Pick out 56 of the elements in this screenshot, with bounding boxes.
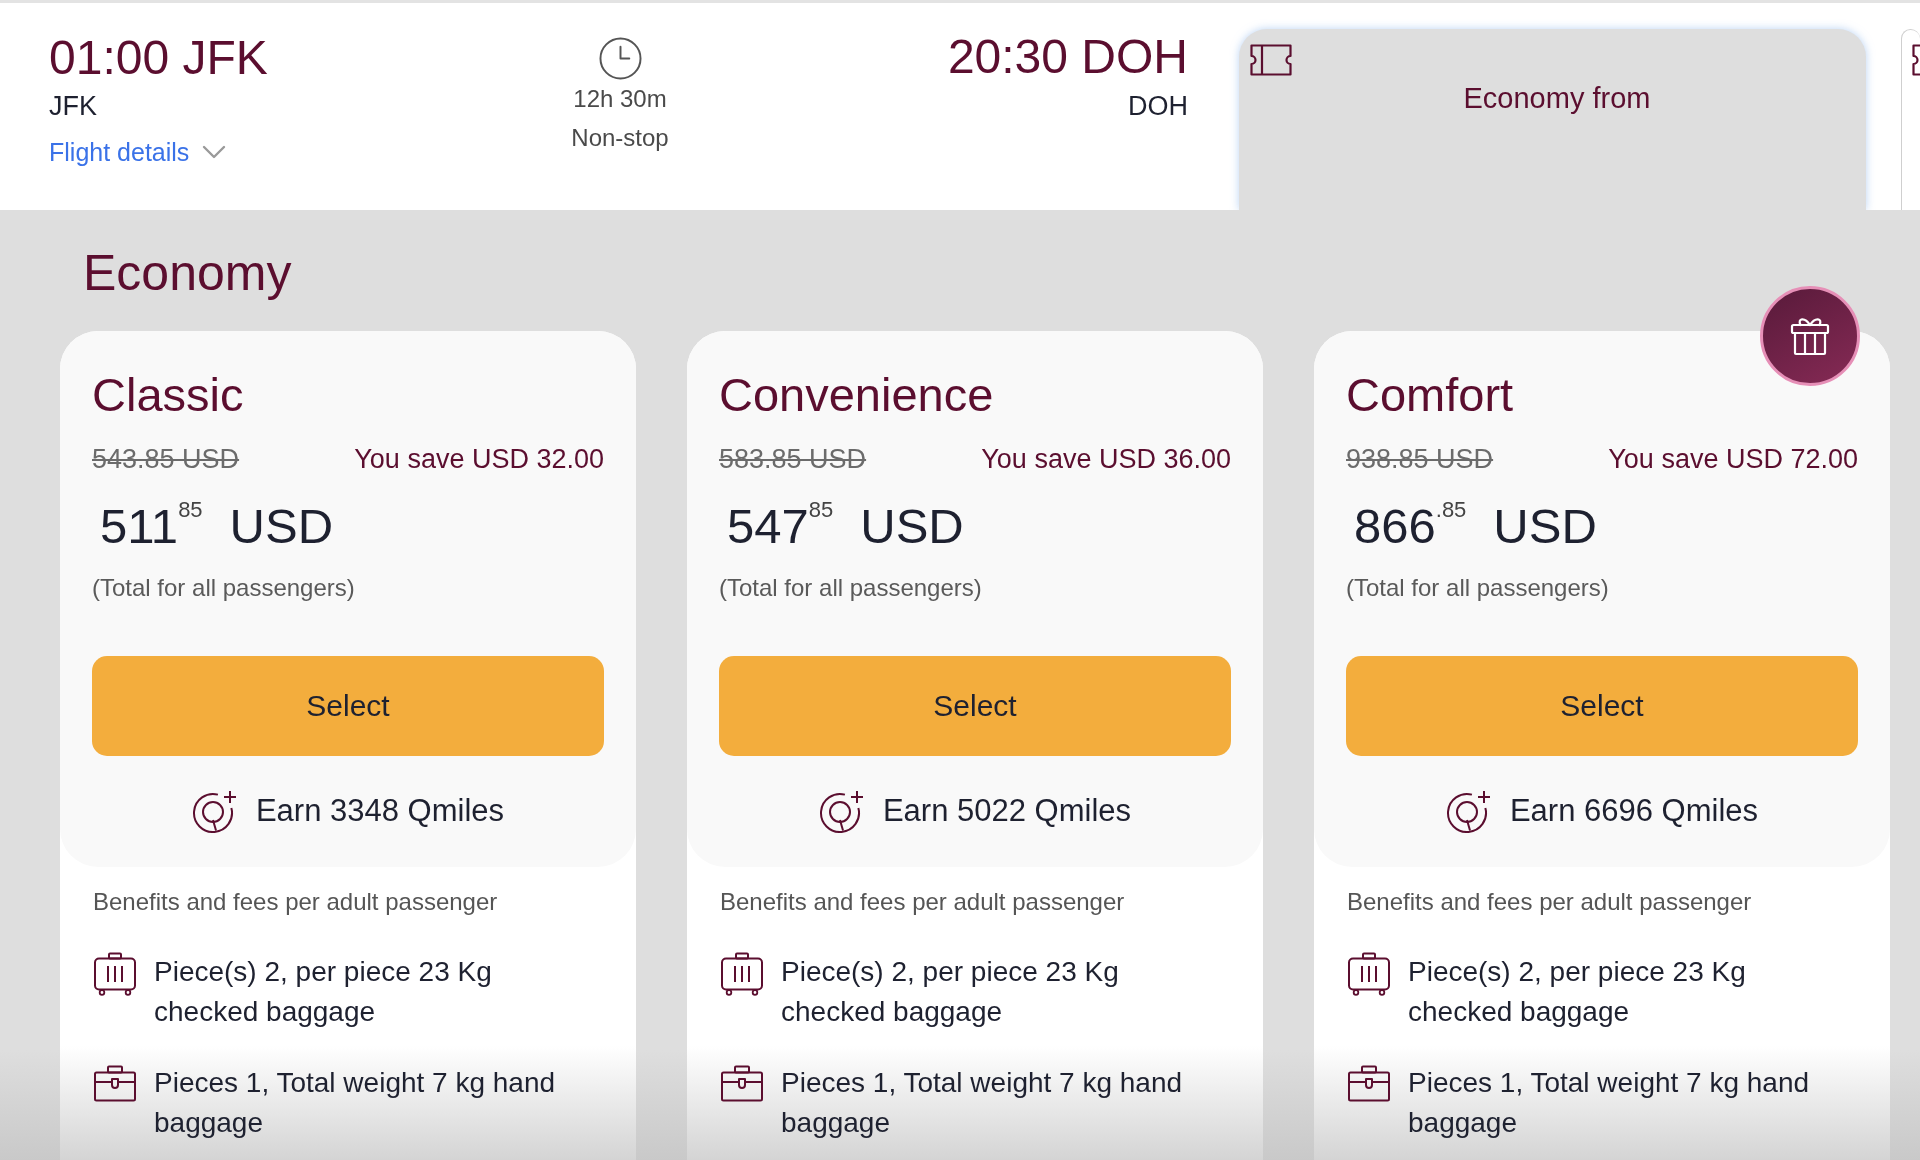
q-circle-plus-icon	[1445, 788, 1492, 833]
benefit-text: Pieces 1, Total weight 7 kg hand baggage	[1408, 1065, 1811, 1140]
suitcase-icon	[93, 951, 137, 996]
qmiles-earn-text: Earn 3348 Qmiles	[255, 791, 505, 830]
q-circle-plus-icon	[191, 788, 238, 833]
fare-tab[interactable]: Economy from	[1239, 29, 1866, 210]
suitcase-icon	[1347, 951, 1391, 996]
price-note: (Total for all passengers)	[719, 572, 982, 603]
savings-text: You save USD 72.00	[1608, 442, 1858, 475]
clock-icon	[598, 37, 642, 80]
select-button[interactable]: Select	[719, 655, 1231, 756]
original-price: 938.85 USD	[1346, 442, 1494, 475]
qmiles-earn-text: Earn 5022 Qmiles	[882, 791, 1132, 830]
benefit-text: Piece(s) 2, per piece 23 Kg checked baggage	[781, 954, 1120, 1029]
fare-price: 866$^{.85}$	[1354, 496, 1467, 555]
arrival-airport: DOH	[1128, 89, 1188, 122]
ticket-icon	[1909, 42, 1920, 77]
select-button[interactable]: Select	[92, 655, 604, 756]
select-button[interactable]: Select	[1346, 655, 1858, 756]
arrival-time: 20:30 DOH	[947, 28, 1188, 85]
qmiles-earn-text: Earn 6696 Qmiles	[1509, 791, 1759, 830]
flight-duration: 12h 30m	[573, 84, 667, 114]
briefcase-icon	[93, 1064, 137, 1103]
benefits-heading: Benefits and fees per adult passenger	[1347, 887, 1752, 917]
benefit-text: Piece(s) 2, per piece 23 Kg checked baggage	[1408, 954, 1747, 1029]
original-price: 543.85 USD	[92, 442, 240, 475]
benefits-heading: Benefits and fees per adult passenger	[93, 887, 498, 917]
briefcase-icon	[1347, 1064, 1391, 1103]
cabin-title: Economy	[83, 243, 292, 303]
fare-price: 511$^{85}$	[100, 496, 203, 555]
benefit-text: Piece(s) 2, per piece 23 Kg checked baggage	[154, 954, 493, 1029]
suitcase-icon	[720, 951, 764, 996]
fare-name: Convenience	[719, 367, 994, 423]
fare-name: Comfort	[1346, 367, 1514, 423]
fare-name: Classic	[92, 367, 244, 423]
fare-tab[interactable]	[1901, 29, 1920, 210]
price-currency: USD	[1493, 497, 1597, 555]
savings-text: You save USD 32.00	[354, 442, 604, 475]
benefit-text: Pieces 1, Total weight 7 kg hand baggage	[154, 1065, 557, 1140]
original-price: 583.85 USD	[719, 442, 867, 475]
fare-price: 547$^{85}$	[727, 496, 834, 555]
ticket-icon	[1248, 43, 1293, 77]
benefits-heading: Benefits and fees per adult passenger	[720, 887, 1125, 917]
price-note: (Total for all passengers)	[92, 572, 355, 603]
flight-details-link[interactable]: Flight details	[49, 137, 227, 167]
departure-airport: JFK	[49, 90, 97, 122]
stops-label: Non-stop	[571, 123, 669, 153]
benefit-text: Pieces 1, Total weight 7 kg hand baggage	[781, 1065, 1184, 1140]
savings-text: You save USD 36.00	[981, 442, 1231, 475]
departure-time: 01:00 JFK	[49, 30, 268, 86]
chevron-down-icon	[202, 145, 227, 159]
q-circle-plus-icon	[818, 788, 865, 833]
price-note: (Total for all passengers)	[1346, 572, 1609, 603]
briefcase-icon	[720, 1064, 764, 1103]
price-currency: USD	[860, 497, 964, 555]
price-currency: USD	[229, 497, 334, 555]
